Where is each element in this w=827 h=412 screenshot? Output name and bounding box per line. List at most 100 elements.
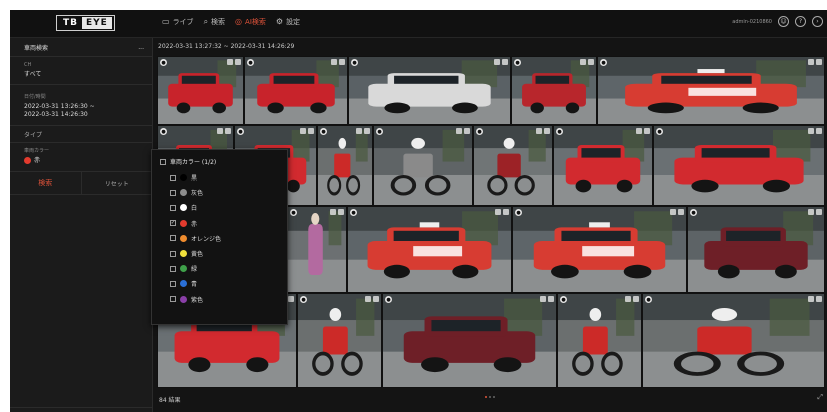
result-thumbnail[interactable]: ● bbox=[653, 125, 825, 206]
action-buttons: 検索 リセット bbox=[10, 171, 152, 195]
result-thumbnail[interactable]: ● bbox=[373, 125, 473, 206]
color-option[interactable]: 白 bbox=[152, 200, 287, 215]
option-checkbox[interactable] bbox=[170, 204, 176, 211]
search-button[interactable]: 検索 bbox=[10, 172, 82, 194]
bookmark-icon[interactable] bbox=[331, 59, 337, 65]
bookmark-icon[interactable] bbox=[808, 209, 814, 215]
reset-button[interactable]: リセット bbox=[82, 172, 153, 194]
result-thumbnail[interactable]: ● bbox=[297, 293, 382, 388]
nav-search[interactable]: ⌕ 検索 bbox=[204, 17, 225, 27]
result-thumbnail[interactable]: ● bbox=[512, 206, 687, 293]
bookmark-icon[interactable] bbox=[495, 209, 501, 215]
download-icon[interactable] bbox=[816, 59, 822, 65]
option-checkbox[interactable] bbox=[170, 189, 176, 196]
result-thumbnail[interactable]: ● bbox=[317, 125, 373, 206]
user-icon[interactable]: ☺ bbox=[778, 16, 789, 27]
page-dot[interactable] bbox=[485, 396, 487, 398]
download-icon[interactable] bbox=[816, 209, 822, 215]
color-option[interactable]: オレンジ色 bbox=[152, 231, 287, 246]
bookmark-icon[interactable] bbox=[808, 59, 814, 65]
page-dot[interactable] bbox=[493, 396, 495, 398]
nav-ai-search[interactable]: ◎ AI検索 bbox=[235, 17, 266, 27]
option-checkbox[interactable] bbox=[170, 174, 176, 181]
pagination-dots[interactable] bbox=[485, 396, 495, 398]
bookmark-icon[interactable] bbox=[808, 296, 814, 302]
download-icon[interactable] bbox=[588, 59, 594, 65]
result-thumbnail[interactable]: ● bbox=[382, 293, 557, 388]
result-thumbnail[interactable]: ● bbox=[348, 56, 511, 125]
datetime-field[interactable]: 日付/時間 2022-03-31 13:26:30 ~ 2022-03-31 1… bbox=[10, 85, 152, 126]
bookmark-icon[interactable] bbox=[636, 128, 642, 134]
result-thumbnail[interactable]: ● bbox=[347, 206, 512, 293]
bookmark-icon[interactable] bbox=[808, 128, 814, 134]
result-thumbnail[interactable]: ● bbox=[157, 56, 244, 125]
download-icon[interactable] bbox=[464, 128, 470, 134]
bookmark-icon[interactable] bbox=[536, 128, 542, 134]
download-icon[interactable] bbox=[502, 59, 508, 65]
expand-icon[interactable]: ⤢ bbox=[817, 393, 823, 402]
result-thumbnail[interactable]: ● bbox=[642, 293, 825, 388]
bookmark-icon[interactable] bbox=[330, 209, 336, 215]
bookmark-icon[interactable] bbox=[494, 59, 500, 65]
color-option[interactable]: 紫色 bbox=[152, 292, 287, 307]
color-field[interactable]: 車両カラー 赤 bbox=[10, 143, 152, 171]
nav-live[interactable]: ▭ ライブ bbox=[162, 17, 194, 27]
download-icon[interactable] bbox=[339, 59, 345, 65]
option-checkbox[interactable] bbox=[170, 280, 176, 287]
result-thumbnail[interactable]: ● bbox=[553, 125, 653, 206]
select-all-checkbox[interactable] bbox=[160, 158, 166, 165]
result-thumbnail[interactable]: ● bbox=[244, 56, 348, 125]
download-icon[interactable] bbox=[338, 209, 344, 215]
type-selector[interactable]: タイプ bbox=[10, 126, 152, 143]
bookmark-icon[interactable] bbox=[217, 128, 223, 134]
more-menu-button[interactable]: ... bbox=[138, 44, 144, 51]
download-icon[interactable] bbox=[544, 128, 550, 134]
color-option[interactable]: ✓ 赤 bbox=[152, 216, 287, 231]
help-icon[interactable]: ? bbox=[795, 16, 806, 27]
color-option[interactable]: 黄色 bbox=[152, 246, 287, 261]
color-option[interactable]: 緑 bbox=[152, 261, 287, 276]
download-icon[interactable] bbox=[235, 59, 241, 65]
bookmark-icon[interactable] bbox=[625, 296, 631, 302]
bookmark-icon[interactable] bbox=[356, 128, 362, 134]
option-checkbox[interactable] bbox=[170, 296, 176, 303]
option-checkbox[interactable] bbox=[170, 250, 176, 257]
download-icon[interactable] bbox=[364, 128, 370, 134]
color-option[interactable]: 灰色 bbox=[152, 185, 287, 200]
nav-settings[interactable]: ⚙ 設定 bbox=[276, 17, 300, 27]
download-icon[interactable] bbox=[288, 296, 294, 302]
bookmark-icon[interactable] bbox=[540, 296, 546, 302]
page-dot[interactable] bbox=[489, 396, 491, 398]
download-icon[interactable] bbox=[816, 128, 822, 134]
download-icon[interactable] bbox=[548, 296, 554, 302]
download-icon[interactable] bbox=[373, 296, 379, 302]
bookmark-icon[interactable] bbox=[227, 59, 233, 65]
bookmark-icon[interactable] bbox=[456, 128, 462, 134]
option-checkbox[interactable] bbox=[170, 265, 176, 272]
download-icon[interactable] bbox=[644, 128, 650, 134]
download-icon[interactable] bbox=[816, 296, 822, 302]
color-option[interactable]: 青 bbox=[152, 276, 287, 291]
result-thumbnail[interactable]: ● bbox=[287, 206, 347, 293]
result-thumbnail[interactable]: ● bbox=[597, 56, 825, 125]
ch-field[interactable]: CH すべて bbox=[10, 57, 152, 85]
nav-label: 検索 bbox=[211, 18, 226, 26]
bookmark-icon[interactable] bbox=[580, 59, 586, 65]
option-checkbox[interactable] bbox=[170, 235, 176, 242]
download-icon[interactable] bbox=[308, 128, 314, 134]
color-option[interactable]: 黒 bbox=[152, 170, 287, 185]
result-thumbnail[interactable]: ● bbox=[687, 206, 825, 293]
result-thumbnail[interactable]: ● bbox=[511, 56, 597, 125]
logout-icon[interactable]: › bbox=[812, 16, 823, 27]
download-icon[interactable] bbox=[633, 296, 639, 302]
result-thumbnail[interactable]: ● bbox=[557, 293, 642, 388]
option-checkbox[interactable]: ✓ bbox=[170, 220, 176, 227]
result-thumbnail[interactable]: ● bbox=[473, 125, 553, 206]
download-icon[interactable] bbox=[678, 209, 684, 215]
download-icon[interactable] bbox=[225, 128, 231, 134]
dropdown-header[interactable]: 車両カラー (1/2) bbox=[152, 150, 287, 170]
bookmark-icon[interactable] bbox=[300, 128, 306, 134]
bookmark-icon[interactable] bbox=[365, 296, 371, 302]
bookmark-icon[interactable] bbox=[670, 209, 676, 215]
download-icon[interactable] bbox=[503, 209, 509, 215]
